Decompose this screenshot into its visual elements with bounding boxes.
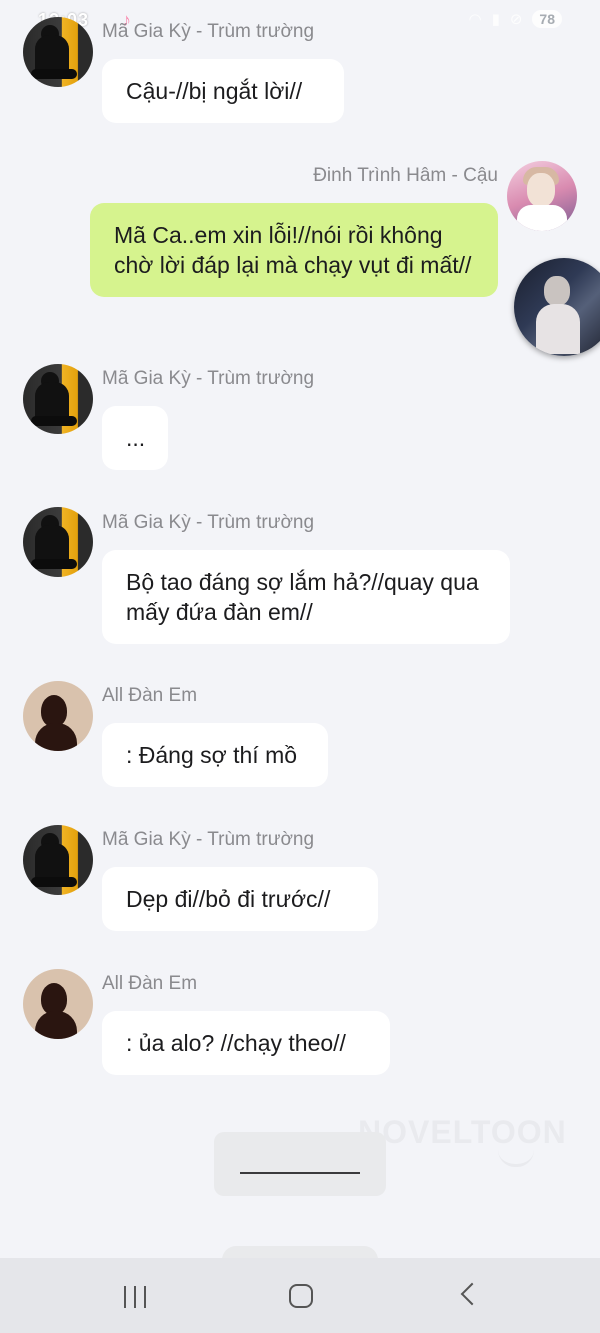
boy-avatar[interactable] (23, 507, 93, 577)
sender-name: All Đàn Em (102, 973, 198, 994)
sender-name: Đinh Trình Hâm - Cậu (313, 165, 498, 186)
noveltoon-watermark: NOVELTOON (358, 1114, 567, 1150)
boy-avatar[interactable] (23, 825, 93, 895)
status-icons: ◠ ▮ ⊘ 78 (468, 10, 562, 28)
sender-name: All Đàn Em (102, 685, 198, 706)
boy-avatar[interactable] (23, 17, 93, 87)
message-bubble[interactable]: Cậu-//bị ngắt lời// (102, 59, 344, 123)
sender-name: Mã Gia Kỳ - Trùm trường (102, 368, 315, 389)
sender-name: Mã Gia Kỳ - Trùm trường (102, 829, 315, 850)
silhouette-avatar[interactable] (23, 969, 93, 1039)
signal-icon: ▮ (491, 11, 500, 28)
cau-avatar[interactable] (507, 161, 577, 231)
wifi-icon: ◠ (468, 11, 482, 28)
watermark-smile-icon (498, 1150, 534, 1167)
message-bubble[interactable]: : ủa alo? //chạy theo// (102, 1011, 390, 1075)
dnd-icon: ⊘ (509, 11, 523, 28)
sender-name: Mã Gia Kỳ - Trùm trường (102, 21, 315, 42)
home-icon[interactable] (289, 1284, 313, 1308)
sender-name: Mã Gia Kỳ - Trùm trường (102, 512, 315, 533)
silhouette-avatar[interactable] (23, 681, 93, 751)
message-bubble[interactable]: Dẹp đi//bỏ đi trước// (102, 867, 378, 931)
message-bubble[interactable]: Bộ tao đáng sợ lắm hả?//quay qua mấy đứa… (102, 550, 510, 644)
message-bubble[interactable]: : Đáng sợ thí mồ (102, 723, 328, 787)
recent-apps-icon[interactable] (122, 1286, 148, 1308)
battery-icon: 78 (532, 10, 562, 28)
floating-photo[interactable] (514, 258, 600, 356)
message-bubble[interactable]: ... (102, 406, 168, 470)
boy-avatar[interactable] (23, 364, 93, 434)
my-message-bubble[interactable]: Mã Ca..em xin lỗi!//nói rồi không chờ lờ… (90, 203, 498, 297)
input-placeholder-pill[interactable] (214, 1132, 386, 1196)
